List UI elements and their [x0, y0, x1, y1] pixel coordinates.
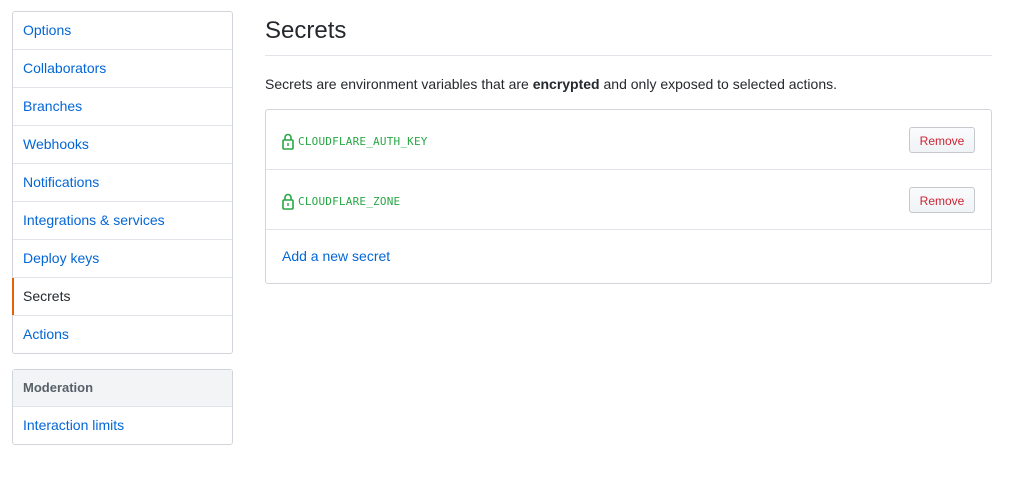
sidebar-item-branches[interactable]: Branches: [13, 88, 232, 126]
secrets-main: Secrets Secrets are environment variable…: [265, 11, 992, 284]
secret-row: CLOUDFLARE_AUTH_KEY Remove: [266, 110, 991, 170]
sidebar-item-integrations[interactable]: Integrations & services: [13, 202, 232, 240]
sidebar-item-interaction-limits[interactable]: Interaction limits: [13, 407, 232, 444]
description-bold: encrypted: [532, 76, 600, 92]
sidebar-item-deploy-keys[interactable]: Deploy keys: [13, 240, 232, 278]
moderation-sidebar: Moderation Interaction limits: [12, 369, 233, 445]
description-text-before: Secrets are environment variables that a…: [265, 76, 533, 92]
page-title: Secrets: [265, 17, 347, 44]
secret-name-wrap: CLOUDFLARE_AUTH_KEY: [282, 132, 428, 150]
sidebar-item-notifications[interactable]: Notifications: [13, 164, 232, 202]
secrets-list: CLOUDFLARE_AUTH_KEY Remove CLOUDFLARE_ZO…: [265, 109, 992, 284]
remove-secret-button[interactable]: Remove: [909, 187, 975, 213]
description-text-after: and only exposed to selected actions.: [599, 76, 838, 92]
sidebar-item-actions[interactable]: Actions: [13, 316, 232, 353]
secret-name: CLOUDFLARE_ZONE: [298, 194, 401, 208]
sidebar-item-collaborators[interactable]: Collaborators: [13, 50, 232, 88]
secret-row: CLOUDFLARE_ZONE Remove: [266, 170, 991, 230]
secret-name: CLOUDFLARE_AUTH_KEY: [298, 134, 428, 148]
secret-name-wrap: CLOUDFLARE_ZONE: [282, 192, 400, 210]
moderation-heading: Moderation: [13, 370, 232, 407]
sidebar-item-options[interactable]: Options: [13, 12, 232, 50]
settings-page: Options Collaborators Branches Webhooks …: [0, 0, 1010, 483]
remove-secret-button[interactable]: Remove: [909, 127, 975, 153]
add-secret-row: Add a new secret: [266, 230, 991, 283]
add-new-secret-link[interactable]: Add a new secret: [282, 248, 390, 264]
lock-icon: [282, 133, 294, 150]
secrets-description: Secrets are environment variables that a…: [265, 74, 992, 94]
sidebar-item-webhooks[interactable]: Webhooks: [13, 126, 232, 164]
lock-icon: [282, 193, 294, 210]
subhead: Secrets: [265, 11, 992, 56]
sidebar-item-secrets[interactable]: Secrets: [12, 278, 232, 316]
settings-sidebar: Options Collaborators Branches Webhooks …: [12, 11, 233, 354]
